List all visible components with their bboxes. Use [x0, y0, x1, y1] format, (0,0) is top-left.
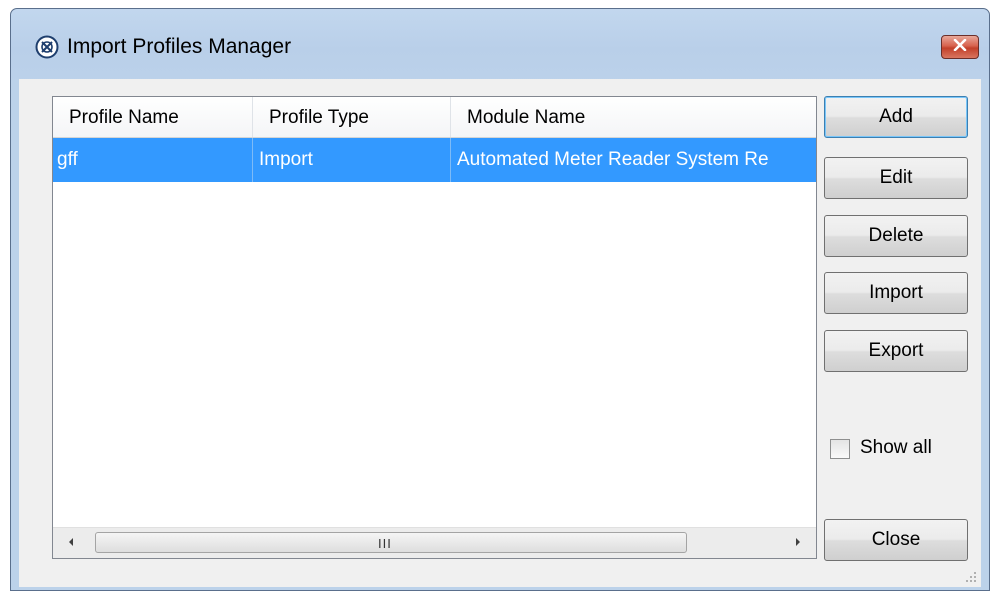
scroll-grip: III: [378, 536, 392, 551]
export-button[interactable]: Export: [824, 330, 968, 372]
scroll-left-icon: [67, 534, 75, 552]
column-header-profile-name[interactable]: Profile Name: [53, 97, 253, 137]
list-header: Profile Name Profile Type Module Name: [53, 97, 816, 138]
profiles-list[interactable]: Profile Name Profile Type Module Name gf…: [52, 96, 817, 559]
column-header-module-name[interactable]: Module Name: [451, 97, 821, 137]
cell-profile-type: Import: [253, 138, 451, 182]
cell-profile-name: gff: [53, 138, 253, 182]
close-window-button[interactable]: [941, 35, 979, 59]
scroll-right-button[interactable]: [784, 528, 812, 558]
close-icon: [953, 38, 967, 56]
resize-grip-icon[interactable]: [963, 569, 977, 583]
scroll-left-button[interactable]: [57, 528, 85, 558]
scroll-thumb[interactable]: III: [95, 532, 687, 553]
cell-module-name: Automated Meter Reader System Re: [457, 149, 769, 170]
app-logo-icon: [35, 35, 59, 59]
title-bar[interactable]: Import Profiles Manager: [11, 9, 989, 79]
delete-button[interactable]: Delete: [824, 215, 968, 257]
show-all-checkbox[interactable]: [830, 439, 850, 459]
scroll-right-icon: [794, 534, 802, 552]
column-header-profile-type[interactable]: Profile Type: [253, 97, 451, 137]
edit-button[interactable]: Edit: [824, 157, 968, 199]
import-button[interactable]: Import: [824, 272, 968, 314]
dialog-window: Import Profiles Manager Profile Name Pro…: [10, 8, 990, 591]
show-all-label[interactable]: Show all: [860, 435, 932, 461]
close-button[interactable]: Close: [824, 519, 968, 561]
table-row[interactable]: gff Import Automated Meter Reader System…: [53, 138, 816, 182]
add-button[interactable]: Add: [824, 96, 968, 138]
horizontal-scrollbar[interactable]: III: [53, 527, 816, 558]
dialog-client-area: Profile Name Profile Type Module Name gf…: [19, 79, 981, 587]
window-title: Import Profiles Manager: [67, 35, 292, 58]
